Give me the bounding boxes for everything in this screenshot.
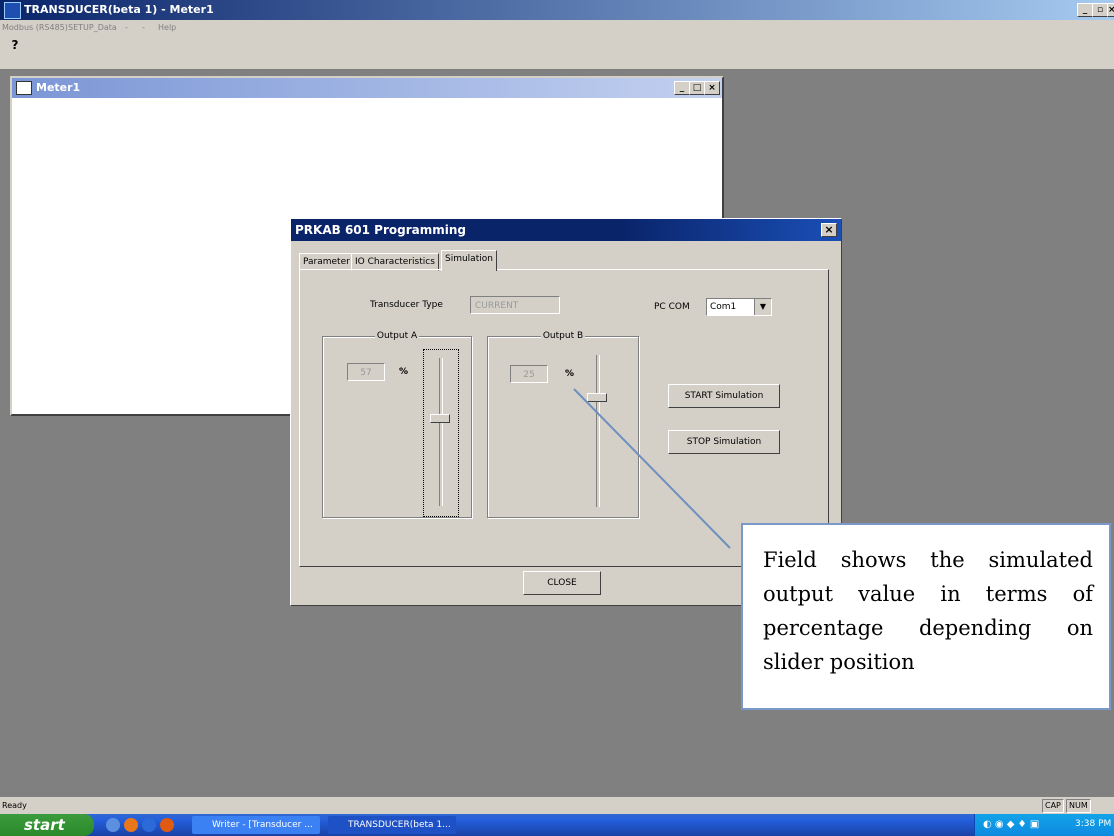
callout-pointer-line (573, 388, 731, 549)
show-desktop-icon[interactable] (106, 818, 120, 832)
tab-simulation[interactable]: Simulation (441, 250, 497, 271)
cap-indicator: CAP (1042, 799, 1064, 813)
clock: 3:38 PM (1075, 819, 1112, 829)
statusbar: Ready CAP NUM (0, 797, 1114, 814)
system-tray: ◐ ◉ ◆ ♦ ▣ 3:38 PM (974, 814, 1114, 836)
callout-text: Field shows the simulated output value i… (763, 548, 1093, 674)
task-writer[interactable]: Writer - [Transducer ... (192, 816, 320, 834)
num-indicator: NUM (1066, 799, 1091, 813)
browser-icon[interactable] (142, 818, 156, 832)
taskbar: start Writer - [Transducer ... TRANSDUCE… (0, 814, 1114, 836)
tray-icons[interactable]: ◐ ◉ ◆ ♦ ▣ (983, 819, 1053, 831)
firefox-icon[interactable] (124, 818, 138, 832)
start-button[interactable]: start (0, 814, 94, 836)
callout-box: Field shows the simulated output value i… (741, 523, 1111, 710)
media-icon[interactable] (160, 818, 174, 832)
task-transducer[interactable]: TRANSDUCER(beta 1... (328, 816, 456, 834)
status-text: Ready (2, 801, 27, 810)
start-label: start (24, 816, 65, 834)
